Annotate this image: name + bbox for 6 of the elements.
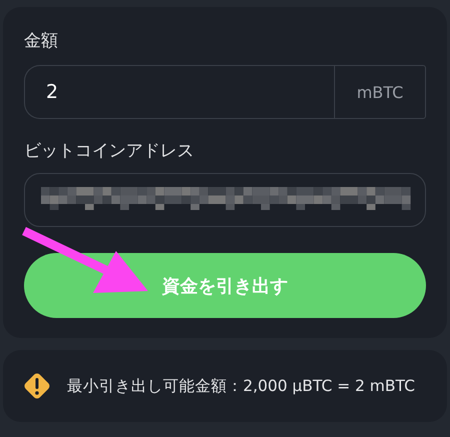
amount-label: 金額 [24,30,58,53]
amount-field[interactable]: 2 [24,65,334,119]
unit-label: mBTC [334,65,426,119]
address-label: ビットコインアドレス [24,140,194,163]
notice-text: 最小引き出し可能金額：2,000 µBTC = 2 mBTC [67,376,415,396]
address-field[interactable] [24,173,426,227]
